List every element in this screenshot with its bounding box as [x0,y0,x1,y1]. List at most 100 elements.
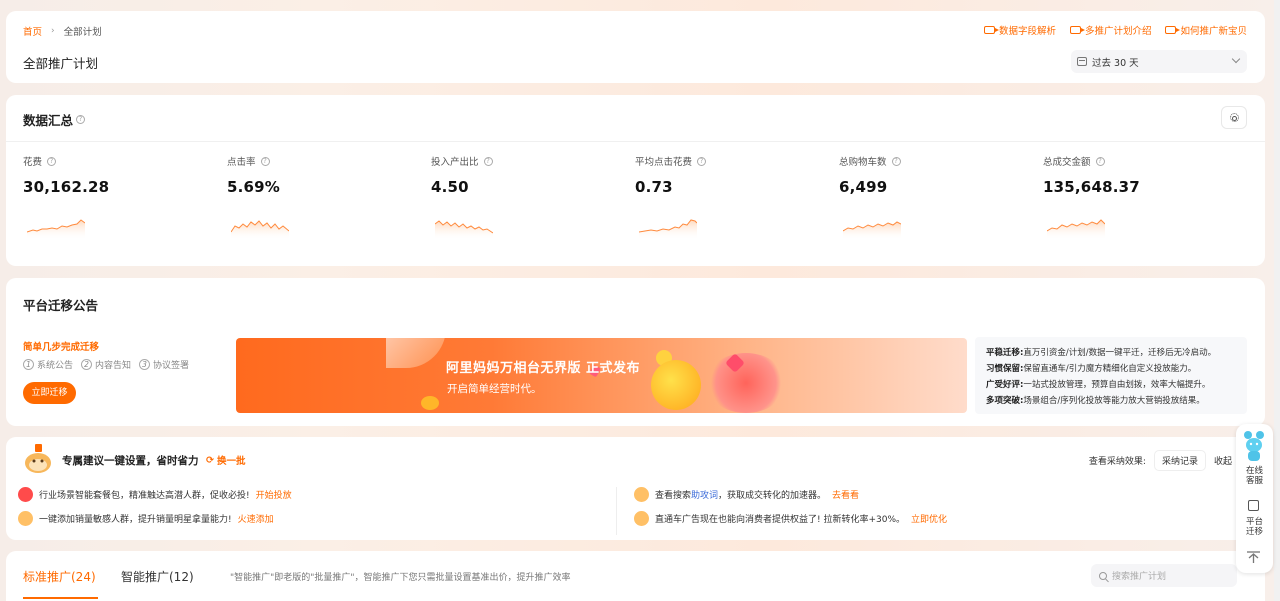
migration-card: 平台迁移公告 简单几步完成迁移 1 系统公告 2 内容告知 3 协议签署 立即迁移 阿… [6,278,1265,426]
chat-icon [634,511,649,526]
online-service-label[interactable]: 在线客服 [1236,466,1273,486]
metric-cart[interactable]: 总购物车数? 6,499 [839,154,1029,240]
help-icon[interactable]: ? [76,115,86,124]
metric-spend[interactable]: 花费? 30,162.28 [23,154,213,240]
banner-decoration [706,353,786,413]
metric-roi[interactable]: 投入产出比? 4.50 [431,154,621,240]
video-icon [1069,26,1085,34]
link-promote-new-item[interactable]: 如何推广新宝贝 [1165,23,1247,37]
breadcrumb-current: 全部计划 [63,27,102,38]
help-icon[interactable]: ? [483,156,493,166]
help-icon[interactable]: ? [891,156,901,166]
copy-icon [1248,500,1259,511]
info-row: 平稳迁移:直万引资金/计划/数据一键平迁，迁移后无冷启动。 [986,348,1217,358]
refresh-icon: ⟳ [206,454,214,466]
help-icon[interactable]: ? [697,156,707,166]
metric-value: 4.50 [431,178,469,196]
info-row: 多项突破:场景组合/序列化投放等能力放大营销投放结果。 [986,396,1205,406]
step-item: 2 内容告知 [81,358,131,371]
sparkline [231,220,289,240]
video-icon [983,26,999,34]
header-card: 首页 › 全部计划 数据字段解析 多推广计划介绍 如何推广新宝贝 全部推广计划 … [6,11,1265,83]
sparkline [1047,219,1105,240]
steps-title: 简单几步完成迁移 [23,342,100,353]
scrollbar[interactable] [1274,0,1280,601]
link-field-explain[interactable]: 数据字段解析 [983,23,1056,37]
suggestions-card: 专属建议一键设置，省时省力 ⟳ 换一批 查看采纳效果: 采纳记录 收起 行业场景… [6,437,1238,540]
search-placeholder: 搜索推广计划 [1112,572,1167,582]
promo-banner[interactable]: 阿里妈妈万相台无界版 正式发布 开启简单经营时代。 [236,338,967,413]
tab-standard[interactable]: 标准推广(24) [23,568,98,599]
chevron-right-icon: › [51,26,55,36]
metric-settings-button[interactable] [1221,106,1247,129]
keyword-link[interactable]: 助攻词 [691,491,718,501]
info-row: 广受好评:一站式投放管理，预算自由划拨，效率大幅提升。 [986,380,1211,390]
suggestions-controls: 查看采纳效果: 采纳记录 收起 [1089,450,1232,471]
metric-value: 6,499 [839,178,888,196]
adopt-record-button[interactable]: 采纳记录 [1153,450,1206,471]
metric-label: 点击率 [227,157,256,168]
migration-info: 平稳迁移:直万引资金/计划/数据一键平迁，迁移后无冷启动。 习惯保留:保留直通车… [975,337,1247,414]
sparkline [639,219,697,240]
divider [6,141,1265,142]
page-title: 全部推广计划 [23,56,99,71]
summary-title: 数据汇总 ? [23,110,86,129]
suggestion-action[interactable]: 立即优化 [911,512,947,525]
metric-value: 135,648.37 [1043,178,1140,196]
search-input[interactable]: 搜索推广计划 [1091,564,1237,587]
robot-icon[interactable] [1240,429,1268,467]
metric-value: 5.69% [227,178,281,196]
metric-value: 30,162.28 [23,178,110,196]
floating-sidebar: 在线客服 平台迁移 [1236,424,1273,573]
suggestion-action[interactable]: 开始投放 [256,488,292,501]
migration-title: 平台迁移公告 [23,298,99,313]
suggestion-item[interactable]: 直通车广告现在也能向消费者提供权益了! 拉新转化率+30%。 立即优化 [634,511,947,526]
suggestion-item[interactable]: 一键添加销量敏感人群，提升销量明星拿量能力! 火速添加 [18,511,274,526]
suggestion-action[interactable]: 去看看 [832,488,859,501]
sparkline [27,219,85,240]
suggestion-item[interactable]: 查看搜索助攻词，获取成交转化的加速器。 去看看 [634,487,859,502]
date-range-select[interactable]: 过去 30 天 [1071,50,1247,73]
chevron-down-icon [1231,54,1241,64]
refresh-button[interactable]: ⟳ 换一批 [206,453,245,468]
step-item: 1 系统公告 [23,358,73,371]
rocket-icon [18,487,33,502]
tab-smart[interactable]: 智能推广(12) [121,568,194,585]
collapse-button[interactable]: 收起 [1214,454,1232,467]
help-icon[interactable]: ? [260,156,270,166]
suggestion-item[interactable]: 行业场景智能套餐包，精准触达高潜人群，促收必投! 开始投放 [18,487,292,502]
metric-label: 平均点击花费 [635,157,693,168]
calendar-icon [1077,57,1087,66]
metric-label: 总成交金额 [1043,157,1091,168]
migrate-now-button[interactable]: 立即迁移 [23,382,76,404]
metric-gmv[interactable]: 总成交金额? 135,648.37 [1043,154,1233,240]
metric-avg-cpc[interactable]: 平均点击花费? 0.73 [635,154,825,240]
link-multi-plan-intro[interactable]: 多推广计划介绍 [1069,23,1151,37]
platform-migrate-label[interactable]: 平台迁移 [1236,517,1273,537]
breadcrumb: 首页 › 全部计划 [23,24,102,38]
mascot-icon [651,360,701,410]
info-row: 习惯保留:保留直通车/引力魔方精细化自定义投放能力。 [986,364,1197,374]
banner-title: 阿里妈妈万相台无界版 正式发布 [446,361,641,376]
banner-decoration [421,396,439,410]
video-icon [1165,26,1181,34]
mascot-icon [25,444,51,473]
back-to-top-icon[interactable] [1247,551,1260,563]
metric-value: 0.73 [635,178,673,196]
tab-description: "智能推广"即老版的"批量推广"，智能推广下您只需批量设置基准出价，提升推广效率 [230,573,571,583]
sparkline [843,221,901,240]
metric-ctr[interactable]: 点击率? 5.69% [227,154,417,240]
search-icon [1099,571,1107,580]
banner-subtitle: 开启简单经营时代。 [447,383,542,395]
help-icon[interactable]: ? [47,156,57,166]
metric-label: 花费 [23,157,43,168]
plan-tabs-card: 标准推广(24) 智能推广(12) "智能推广"即老版的"批量推广"，智能推广下… [6,551,1265,601]
crowd-icon [18,511,33,526]
divider [616,487,617,535]
help-links: 数据字段解析 多推广计划介绍 如何推广新宝贝 [983,23,1247,37]
breadcrumb-home[interactable]: 首页 [23,24,42,38]
metric-label: 投入产出比 [431,157,479,168]
data-summary-card: 数据汇总 ? 花费? 30,162.28 点击率? 5.69% 投入产出比? 4… [6,95,1265,266]
help-icon[interactable]: ? [1095,156,1105,166]
suggestion-action[interactable]: 火速添加 [238,512,274,525]
